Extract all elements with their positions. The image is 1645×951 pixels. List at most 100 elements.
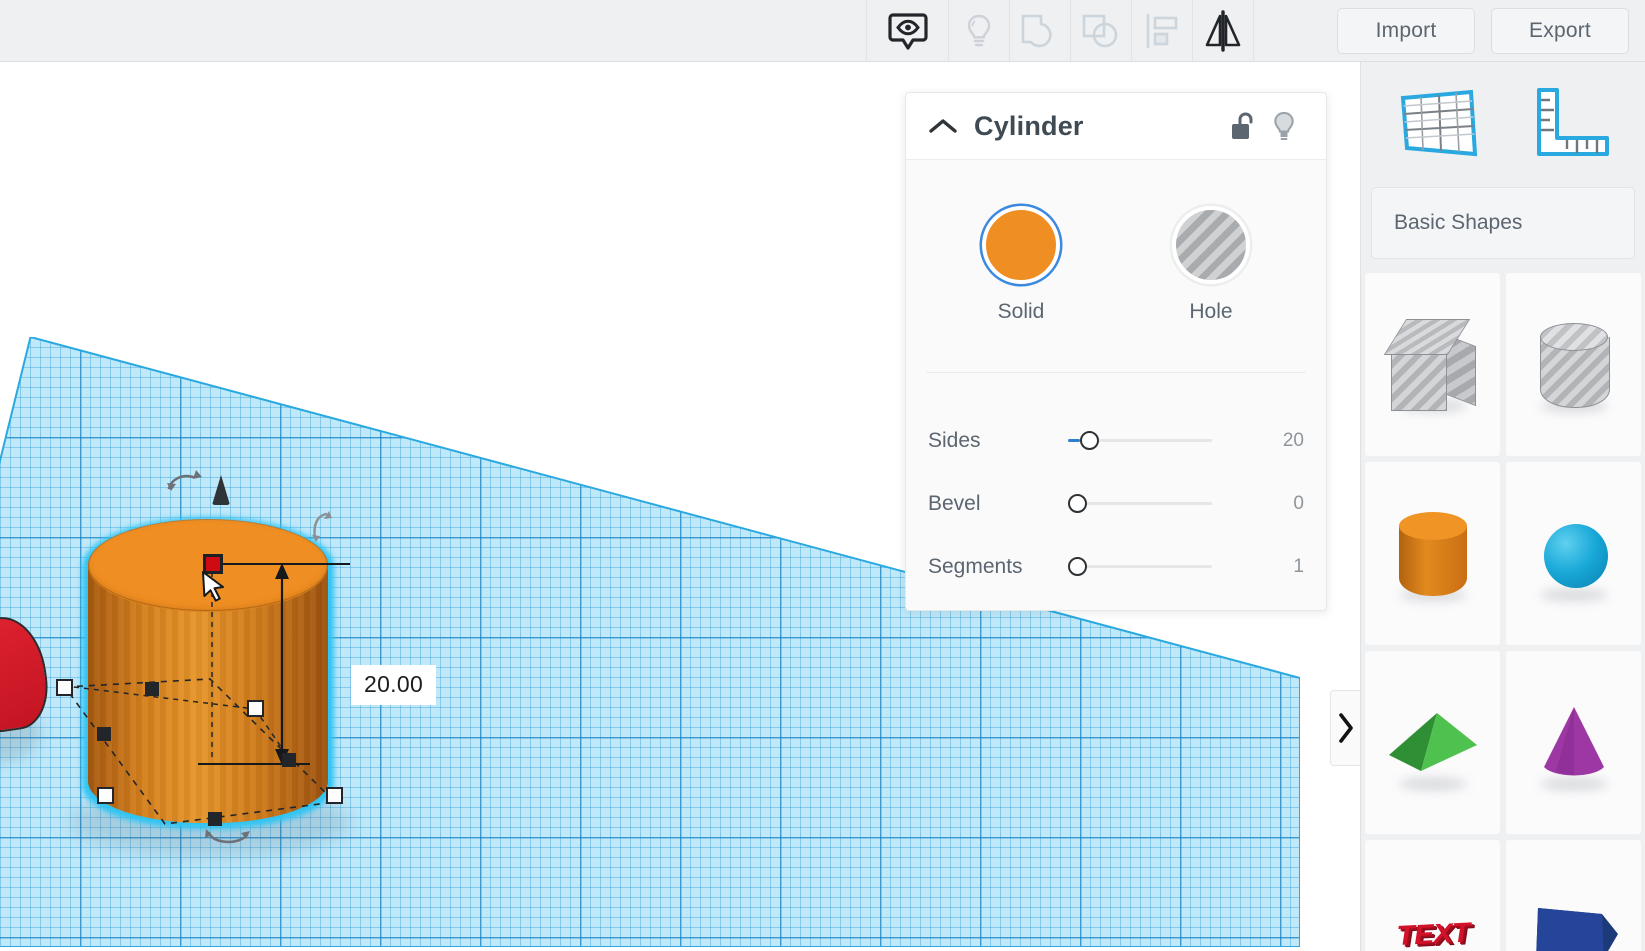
solid-color-swatch[interactable] — [982, 206, 1060, 284]
toolbar-tool-group — [866, 0, 1254, 61]
scale-handle-corner-right[interactable] — [326, 787, 343, 804]
edge-handle-bottom[interactable] — [208, 812, 222, 826]
scale-handle-corner-left[interactable] — [56, 679, 73, 696]
slider-knob-bevel[interactable] — [1068, 494, 1087, 513]
workplane-tool-button[interactable] — [1393, 82, 1485, 167]
mode-solid[interactable]: Solid — [967, 206, 1075, 324]
group-shapes-icon — [1021, 14, 1052, 47]
shape-palette-item-cone[interactable] — [1506, 651, 1641, 834]
rotate-handle-top-icon[interactable] — [165, 469, 215, 495]
ruler-icon — [1537, 88, 1609, 156]
lock-toggle-button[interactable] — [1224, 110, 1264, 142]
shape-category-select[interactable]: Basic Shapes — [1371, 187, 1635, 259]
slider-fill-sides — [1068, 439, 1080, 442]
shape-palette-grid: TEXT — [1361, 273, 1645, 951]
height-cone-marker[interactable] — [212, 475, 230, 505]
edge-handle-lower[interactable] — [97, 727, 111, 741]
orange-cylinder-icon — [1383, 500, 1483, 608]
dimension-readout: 20.00 — [351, 665, 437, 705]
slider-knob-sides[interactable] — [1080, 431, 1099, 450]
inspector-body: Solid Hole Sides 20 Bevel 0 Segments 1 — [906, 160, 1326, 598]
slider-label-bevel: Bevel — [928, 491, 981, 515]
sidebar-tool-row — [1361, 62, 1645, 187]
slider-track-bevel[interactable] — [1068, 493, 1240, 515]
cone-shape — [1543, 706, 1604, 775]
selected-cylinder-object[interactable] — [56, 457, 420, 857]
export-button[interactable]: Export — [1491, 7, 1629, 54]
mirror-icon — [1205, 9, 1241, 52]
edge-handle-corner[interactable] — [282, 753, 296, 767]
ungroup-shapes-icon — [1082, 14, 1118, 47]
panel-expander-button[interactable] — [1330, 690, 1360, 766]
toolbar-divider — [1253, 0, 1254, 61]
slider-value-bevel[interactable]: 0 — [1240, 493, 1304, 515]
import-button[interactable]: Import — [1337, 7, 1475, 54]
group-icon-button[interactable] — [1009, 0, 1070, 61]
shape-palette-item-box-hole[interactable] — [1365, 273, 1500, 456]
tinkercad-app: Import Export 20.00 Cylinder Solid Hole … — [0, 0, 1645, 951]
slider-row-bevel: Bevel 0 — [928, 472, 1304, 535]
mode-hole-label: Hole — [1189, 300, 1233, 323]
purple-cone-icon — [1524, 689, 1624, 797]
shapes-sidebar: Basic Shapes TEXT — [1360, 62, 1645, 951]
rotate-handle-right-icon[interactable] — [310, 509, 336, 543]
bulb-icon — [1274, 111, 1294, 140]
hatched-cylinder-icon — [1524, 311, 1624, 419]
blue-sphere-icon — [1524, 500, 1624, 608]
slider-row-sides: Sides 20 — [928, 409, 1304, 472]
workplane-icon — [1400, 89, 1478, 157]
slider-label-sides: Sides — [928, 428, 981, 452]
slider-track-segments[interactable] — [1068, 556, 1240, 578]
shape-palette-item-sphere[interactable] — [1506, 462, 1641, 645]
align-icon-button[interactable] — [1131, 0, 1192, 61]
slider-track-bg-bevel — [1068, 502, 1212, 505]
inspector-title: Cylinder — [974, 110, 1084, 141]
slider-row-segments: Segments 1 — [928, 535, 1304, 598]
slider-value-segments[interactable]: 1 — [1240, 556, 1304, 578]
shape-inspector-panel: Cylinder Solid Hole Sides 20 Bevel 0 Seg… — [905, 92, 1327, 611]
hatched-box-icon — [1383, 311, 1483, 419]
inspector-collapse-button[interactable] — [926, 117, 960, 135]
unlock-icon — [1232, 112, 1253, 139]
import-export-group: Import Export — [1337, 0, 1629, 61]
view-comment-icon-button[interactable] — [866, 0, 948, 61]
scale-handle-corner-front[interactable] — [97, 787, 114, 804]
mode-solid-label: Solid — [997, 300, 1045, 323]
top-toolbar: Import Export — [0, 0, 1645, 62]
shape-palette-item-text[interactable]: TEXT — [1365, 840, 1500, 951]
ruler-tool-button[interactable] — [1525, 82, 1613, 167]
slider-value-sides[interactable]: 20 — [1240, 430, 1304, 452]
chevron-right-icon — [1339, 713, 1353, 743]
chevron-up-icon — [929, 119, 957, 133]
inspector-header: Cylinder — [906, 93, 1326, 160]
slider-label-segments: Segments — [928, 554, 1023, 578]
visibility-bulb-button[interactable] — [1264, 110, 1304, 142]
text-shape-label: TEXT — [1395, 917, 1470, 951]
wedge-shape — [1535, 907, 1618, 951]
slider-track-sides[interactable] — [1068, 430, 1240, 452]
comment-eye-icon — [887, 12, 928, 50]
light-bulb-icon-button[interactable] — [948, 0, 1009, 61]
align-icon — [1146, 13, 1178, 48]
shape-shadow — [1539, 587, 1608, 602]
rotate-handle-bottom-icon[interactable] — [205, 827, 251, 853]
slider-knob-segments[interactable] — [1068, 557, 1087, 576]
shape-palette-item-pyramid[interactable] — [1365, 651, 1500, 834]
green-pyramid-icon — [1383, 689, 1483, 797]
mouse-cursor-icon — [202, 571, 224, 602]
solid-hole-selector: Solid Hole — [906, 160, 1326, 324]
shape-palette-item-cylinder-hole[interactable] — [1506, 273, 1641, 456]
slider-track-bg-segments — [1068, 565, 1212, 568]
hole-swatch[interactable] — [1172, 206, 1250, 284]
mirror-icon-button[interactable] — [1192, 0, 1253, 61]
red-text-icon: TEXT — [1383, 878, 1483, 951]
shape-palette-item-cylinder[interactable] — [1365, 462, 1500, 645]
mode-hole[interactable]: Hole — [1157, 206, 1265, 324]
scale-handle-mid-right[interactable] — [247, 700, 264, 717]
navy-wedge-icon — [1524, 878, 1624, 951]
bulb-icon — [967, 14, 991, 46]
ungroup-icon-button[interactable] — [1070, 0, 1131, 61]
pyramid-shape — [1388, 712, 1477, 771]
edge-handle-left[interactable] — [145, 682, 159, 696]
shape-palette-item-wedge[interactable] — [1506, 840, 1641, 951]
